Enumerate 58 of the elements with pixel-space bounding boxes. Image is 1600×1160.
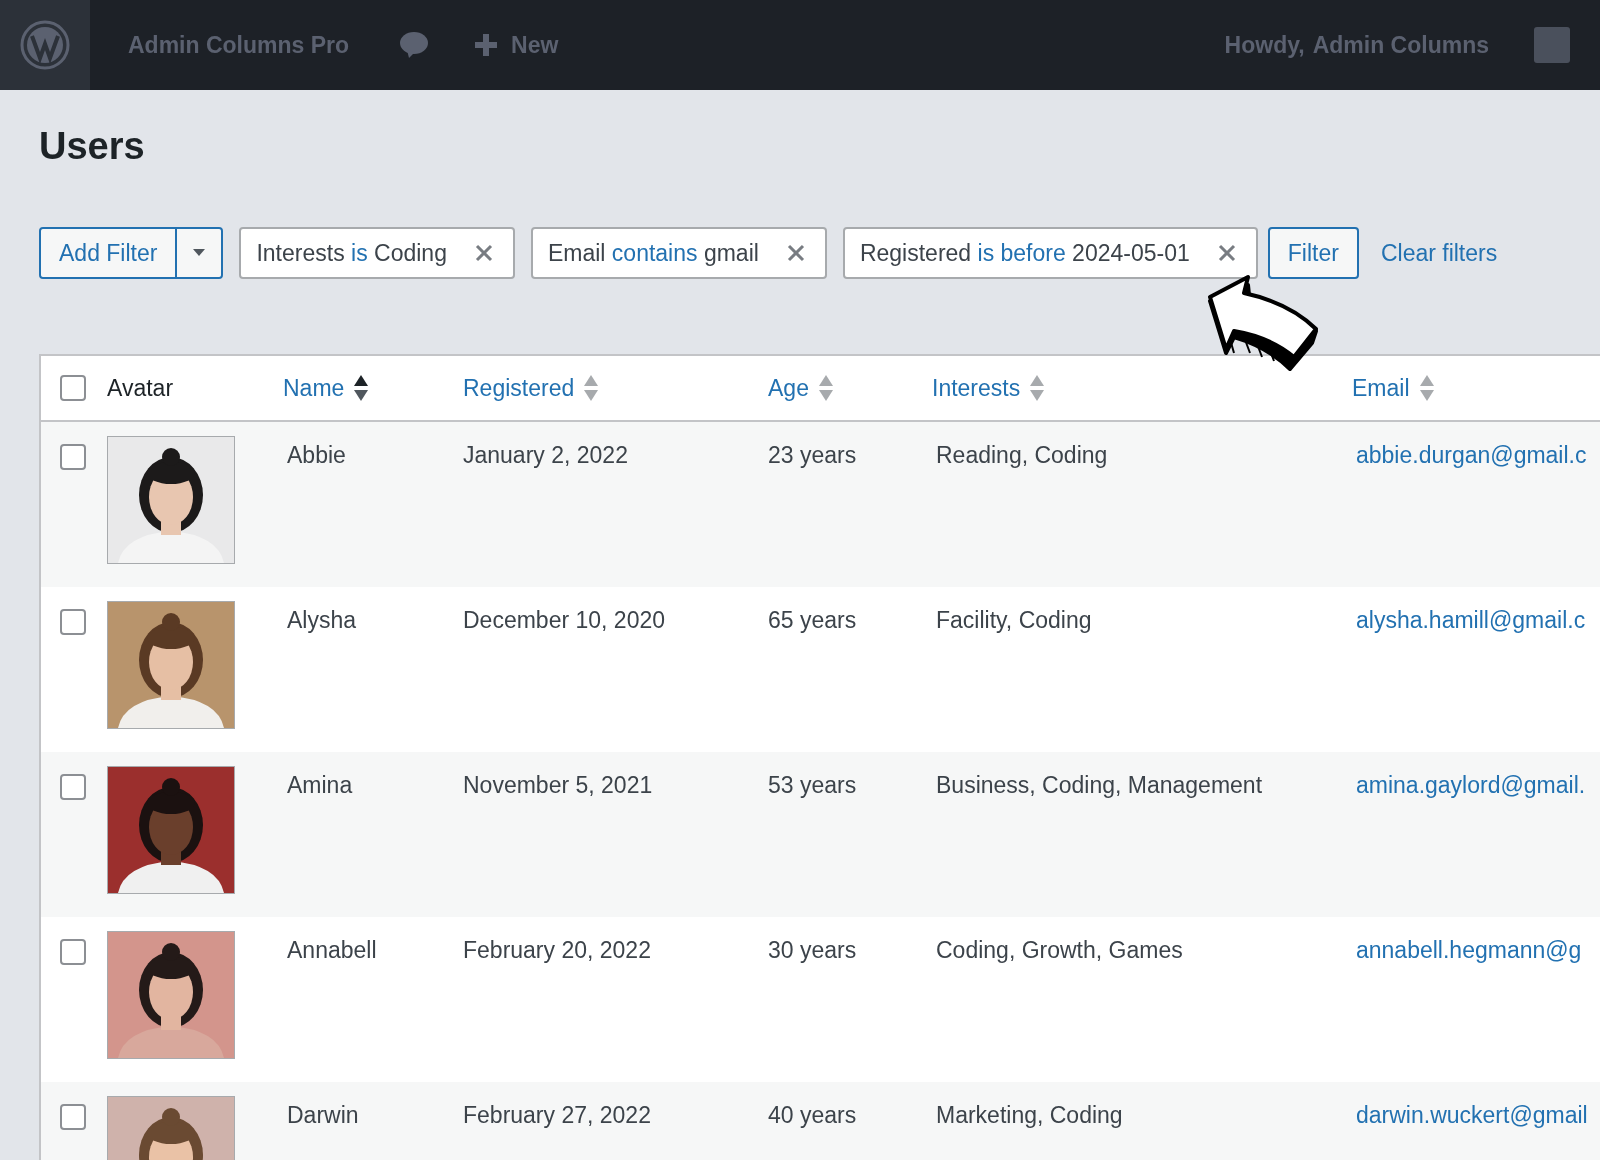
plus-icon[interactable] — [475, 34, 498, 56]
age-text: 23 years — [768, 442, 857, 468]
site-name-link[interactable]: Admin Columns Pro — [128, 31, 350, 59]
filter-chip[interactable]: Interests is Coding — [239, 227, 515, 279]
filter-label: Registered is before 2024-05-01 — [859, 239, 1190, 267]
email-address-link[interactable]: abbie.durgan@gmail.c — [1356, 442, 1587, 468]
filter-label: Email contains gmail — [547, 239, 759, 267]
email-address-link[interactable]: annabell.hegmann@g — [1356, 937, 1582, 963]
column-header-link[interactable]: Name — [283, 374, 345, 402]
user-name-link[interactable]: Admin Columns — [1312, 31, 1489, 59]
interests-text: Marketing, Coding — [936, 1102, 1123, 1128]
column-header-link[interactable]: Age — [768, 374, 809, 402]
checkbox[interactable] — [60, 444, 86, 470]
clear-filters-link[interactable]: Clear filters — [1380, 239, 1498, 267]
age-text: 40 years — [768, 1102, 857, 1128]
filter-chip[interactable]: Email contains gmail — [530, 227, 827, 279]
column-header: Avatar — [107, 374, 174, 402]
email-address-link[interactable]: darwin.wuckert@gmail — [1356, 1102, 1588, 1128]
greeting-text: Howdy, — [1224, 31, 1305, 59]
registered-date: February 27, 2022 — [463, 1102, 651, 1128]
column-header-link[interactable]: Email — [1352, 374, 1410, 402]
filter-label: Interests is Coding — [256, 239, 447, 267]
close-icon[interactable] — [474, 244, 493, 262]
close-icon[interactable] — [786, 244, 805, 262]
registered-date: February 20, 2022 — [463, 937, 651, 963]
logo-icon[interactable] — [20, 20, 70, 70]
registered-date: January 2, 2022 — [463, 442, 628, 468]
age-text: 65 years — [768, 607, 857, 633]
user-name: Darwin — [287, 1102, 359, 1128]
interests-text: Business, Coding, Management — [936, 772, 1263, 798]
checkbox[interactable] — [60, 609, 86, 635]
interests-text: Reading, Coding — [936, 442, 1108, 468]
checkbox[interactable] — [60, 375, 86, 401]
user-name: Abbie — [287, 442, 346, 468]
column-header-link[interactable]: Registered — [463, 374, 575, 402]
close-icon[interactable] — [1217, 244, 1236, 262]
column-header-link[interactable]: Interests — [932, 374, 1021, 402]
checkbox[interactable] — [60, 939, 86, 965]
filter-button[interactable]: Filter — [1267, 227, 1359, 279]
checkbox[interactable] — [60, 1104, 86, 1130]
page-title: Users — [39, 124, 145, 169]
email-address-link[interactable]: amina.gaylord@gmail. — [1356, 772, 1586, 798]
age-text: 30 years — [768, 937, 857, 963]
new-link[interactable]: New — [511, 31, 559, 59]
user-name: Alysha — [287, 607, 357, 633]
registered-date: December 10, 2020 — [463, 607, 665, 633]
filter-chip[interactable]: Registered is before 2024-05-01 — [842, 227, 1258, 279]
interests-text: Coding, Growth, Games — [936, 937, 1183, 963]
user-name: Annabell — [287, 937, 377, 963]
dropdown-button[interactable] — [175, 229, 222, 277]
registered-date: November 5, 2021 — [463, 772, 653, 798]
email-address-link[interactable]: alysha.hamill@gmail.c — [1356, 607, 1586, 633]
caret-icon — [193, 249, 206, 257]
user-name: Amina — [287, 772, 353, 798]
checkbox[interactable] — [60, 774, 86, 800]
interests-text: Facility, Coding — [936, 607, 1092, 633]
comment-icon[interactable] — [399, 31, 430, 59]
age-text: 53 years — [768, 772, 857, 798]
